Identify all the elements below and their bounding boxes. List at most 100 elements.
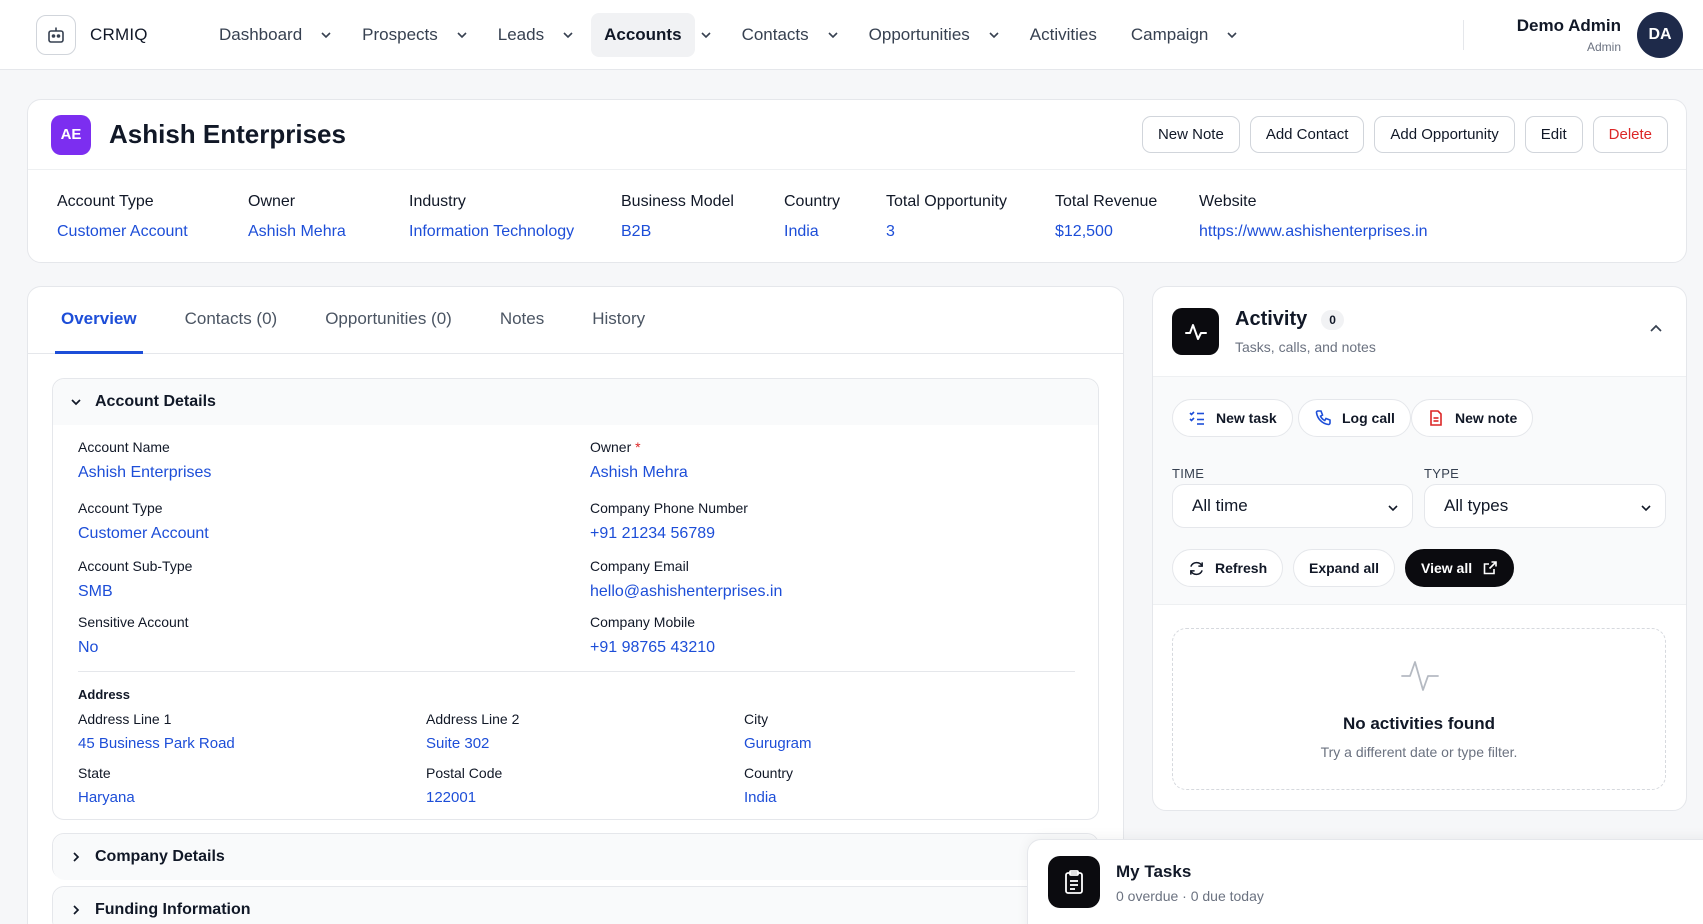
company-details-header[interactable]: Company Details <box>53 834 1098 880</box>
field-value[interactable]: India <box>744 789 793 806</box>
chevron-down-icon[interactable] <box>315 13 341 57</box>
field-value[interactable]: No <box>78 639 189 657</box>
user-name: Demo Admin <box>1516 16 1621 35</box>
chevron-down-icon[interactable] <box>557 13 583 57</box>
field-label: Business Model <box>621 193 734 210</box>
field-value[interactable]: Ashish Mehra <box>590 464 688 482</box>
account-header-card: AE Ashish Enterprises New Note Add Conta… <box>27 99 1687 263</box>
account-details-header[interactable]: Account Details <box>53 379 1098 425</box>
field-value[interactable]: 3 <box>886 223 1007 241</box>
field-value[interactable]: Ashish Mehra <box>248 223 346 241</box>
chevron-down-icon[interactable] <box>695 13 721 57</box>
account-avatar: AE <box>51 114 91 155</box>
field-value[interactable]: Customer Account <box>78 525 209 543</box>
time-filter-select[interactable]: All time <box>1172 484 1413 528</box>
nav-dashboard[interactable]: Dashboard <box>206 13 315 57</box>
my-tasks-widget[interactable]: My Tasks 0 overdue · 0 due today <box>1027 839 1703 924</box>
expand-all-button[interactable]: Expand all <box>1293 549 1396 587</box>
new-note-button[interactable]: New Note <box>1141 116 1240 153</box>
new-note-activity-button[interactable]: New note <box>1411 399 1534 437</box>
summary-owner: Owner Ashish Mehra <box>248 193 346 241</box>
page-title: Ashish Enterprises <box>109 119 346 149</box>
chevron-down-icon <box>1639 500 1653 520</box>
field-address-line2: Address Line 2 Suite 302 <box>426 711 519 752</box>
field-value[interactable]: 122001 <box>426 789 502 806</box>
type-filter-select[interactable]: All types <box>1424 484 1666 528</box>
company-details-section: Company Details <box>52 833 1099 880</box>
nav-activities[interactable]: Activities <box>1017 13 1110 57</box>
refresh-button[interactable]: Refresh <box>1172 549 1284 587</box>
phone-icon <box>1315 410 1331 426</box>
activity-title: Activity <box>1235 308 1308 330</box>
brand[interactable]: CRMIQ <box>36 14 206 55</box>
tab-opportunities[interactable]: Opportunities (0) <box>319 287 458 354</box>
field-state: State Haryana <box>78 765 135 806</box>
tab-notes[interactable]: Notes <box>494 287 550 354</box>
view-all-button[interactable]: View all <box>1405 549 1515 587</box>
button-label: Expand all <box>1309 560 1380 576</box>
field-label: Company Email <box>590 558 689 574</box>
field-value[interactable]: 45 Business Park Road <box>78 735 235 752</box>
nav-opportunities[interactable]: Opportunities <box>856 13 983 57</box>
field-value[interactable]: +91 98765 43210 <box>590 639 715 657</box>
funding-header[interactable]: Funding Information <box>53 887 1098 924</box>
address-title: Address <box>78 687 131 702</box>
field-label: Account Sub-Type <box>78 558 193 574</box>
nav-campaign[interactable]: Campaign <box>1118 13 1222 57</box>
summary-total-opportunity: Total Opportunity 3 <box>886 193 1007 241</box>
summary-industry: Industry Information Technology <box>409 193 574 241</box>
app-name: CRMIQ <box>90 24 148 44</box>
add-contact-button[interactable]: Add Contact <box>1249 116 1365 153</box>
chevron-down-icon[interactable] <box>822 13 848 57</box>
field-value[interactable]: SMB <box>78 583 192 601</box>
field-value[interactable]: Suite 302 <box>426 735 519 752</box>
add-opportunity-button[interactable]: Add Opportunity <box>1374 116 1515 153</box>
tab-history[interactable]: History <box>586 287 651 354</box>
field-city: City Gurugram <box>744 711 812 752</box>
field-label: Total Revenue <box>1055 193 1158 210</box>
nav-contacts[interactable]: Contacts <box>729 13 822 57</box>
tab-bar: Overview Contacts (0) Opportunities (0) … <box>28 287 1123 354</box>
field-value[interactable]: Customer Account <box>57 223 188 241</box>
field-label: Owner <box>248 193 296 210</box>
tab-contacts[interactable]: Contacts (0) <box>179 287 284 354</box>
new-task-button[interactable]: New task <box>1172 399 1293 437</box>
field-value[interactable]: Gurugram <box>744 735 812 752</box>
field-postal-code: Postal Code 122001 <box>426 765 502 806</box>
nav-prospects[interactable]: Prospects <box>349 13 451 57</box>
field-company-phone: Company Phone Number +91 21234 56789 <box>590 500 748 543</box>
field-label: Account Type <box>57 193 154 210</box>
field-value[interactable]: $12,500 <box>1055 223 1157 241</box>
delete-button[interactable]: Delete <box>1592 116 1668 153</box>
field-label: Country <box>784 193 841 210</box>
field-value[interactable]: Information Technology <box>409 223 574 241</box>
log-call-button[interactable]: Log call <box>1298 399 1411 437</box>
field-label: Industry <box>409 193 466 210</box>
required-marker: * <box>635 439 641 455</box>
my-tasks-subtitle: 0 overdue · 0 due today <box>1116 888 1264 904</box>
chevron-down-icon[interactable] <box>451 13 477 57</box>
field-value[interactable]: B2B <box>621 223 734 241</box>
field-country: Country India <box>744 765 793 806</box>
field-value[interactable]: hello@ashishenterprises.in <box>590 583 782 601</box>
nav-divider <box>1463 20 1464 50</box>
nav-leads[interactable]: Leads <box>485 13 557 57</box>
chevron-down-icon[interactable] <box>983 13 1009 57</box>
website-link[interactable]: https://www.ashishenterprises.in <box>1199 223 1428 241</box>
tab-overview[interactable]: Overview <box>55 287 143 354</box>
nav-accounts[interactable]: Accounts <box>591 12 695 57</box>
chevron-down-icon[interactable] <box>1221 13 1247 57</box>
field-account-subtype: Account Sub-Type SMB <box>78 558 192 601</box>
field-label: Postal Code <box>426 765 503 781</box>
button-label: Refresh <box>1215 560 1268 576</box>
avatar[interactable]: DA <box>1637 12 1683 58</box>
field-value[interactable]: Ashish Enterprises <box>78 464 211 482</box>
field-label: Address Line 2 <box>426 711 520 727</box>
field-value[interactable]: India <box>784 223 840 241</box>
user-menu[interactable]: Demo Admin Admin DA <box>1517 12 1683 58</box>
chevron-up-icon[interactable] <box>1648 321 1664 342</box>
field-value[interactable]: Haryana <box>78 789 135 806</box>
edit-button[interactable]: Edit <box>1524 116 1583 153</box>
field-label: City <box>744 711 769 727</box>
field-value[interactable]: +91 21234 56789 <box>590 525 748 543</box>
